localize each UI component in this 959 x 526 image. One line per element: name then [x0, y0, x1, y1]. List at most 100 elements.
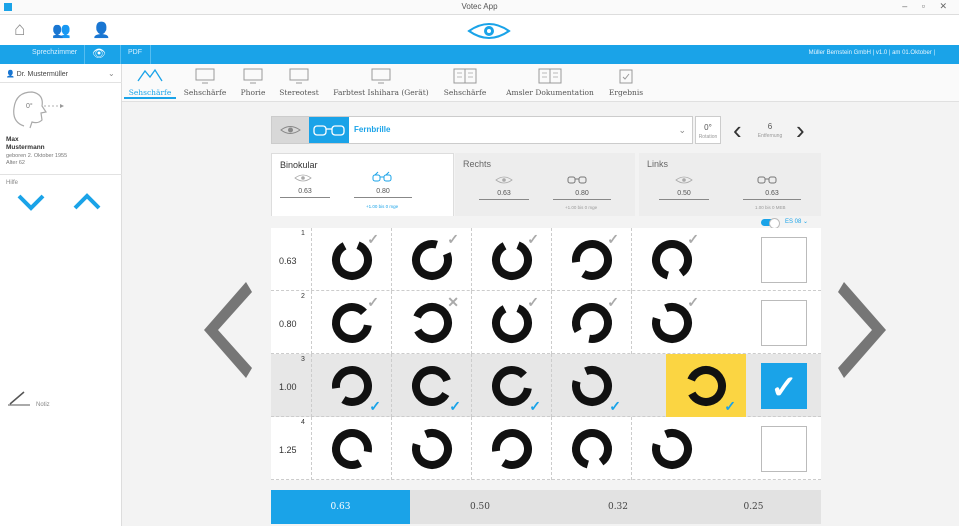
pen-icon[interactable]: [8, 390, 30, 406]
distance-field[interactable]: 6 Entfernung: [750, 116, 790, 144]
chevron-up-button[interactable]: [72, 190, 102, 212]
landolt-cell[interactable]: [311, 417, 391, 480]
landolt-cell[interactable]: ✓: [311, 228, 391, 291]
landolt-cell[interactable]: ✓: [311, 354, 391, 417]
window-title: Votec App: [461, 2, 498, 11]
patient-meta: geboren 2. Oktober 1955 Alter 62: [6, 153, 68, 166]
distance-prev-button[interactable]: ‹: [733, 117, 742, 143]
acuity-tab-1[interactable]: 0.63: [271, 490, 410, 524]
check-icon: ✓: [447, 231, 459, 247]
row-checkbox[interactable]: [761, 237, 807, 283]
tab-pdf[interactable]: PDF: [128, 49, 142, 56]
grid-row: 2 0.80 ✓ ✕ ✓ ✓ ✓: [271, 291, 821, 354]
chevron-down-icon[interactable]: ⌄: [108, 69, 115, 78]
chart-icon: [538, 68, 562, 84]
eye-logo-icon: [467, 23, 511, 39]
check-icon: ✓: [367, 231, 379, 247]
eye-icon: [495, 176, 513, 184]
window-controls[interactable]: – ▫ ✕: [902, 1, 953, 12]
monitor-icon: [289, 68, 309, 84]
doctor-name[interactable]: 👤 Dr. Mustermüller: [6, 70, 68, 78]
tab-phorie[interactable]: Phorie: [234, 64, 272, 102]
add-patient-icon[interactable]: 👤: [92, 21, 111, 41]
tab-sprechzimmer[interactable]: Sprechzimmer: [32, 49, 77, 56]
acuity-tab-3[interactable]: 0.32: [550, 490, 686, 524]
panel-links[interactable]: Links 0.50 0.63 1.00 bis 0 MEB: [639, 153, 821, 216]
grid-row-active: 3 1.00 ✓ ✓ ✓ ✓ ✓ ✓: [271, 354, 821, 417]
check-icon: ✓: [527, 294, 539, 310]
landolt-cell[interactable]: ✓: [551, 291, 631, 354]
rotation-field[interactable]: 0° Rotation: [695, 116, 721, 144]
title-bar: Votec App – ▫ ✕: [0, 0, 959, 15]
tab-sehschaerfe-2[interactable]: Sehschärfe: [180, 64, 230, 102]
landolt-cell[interactable]: ✓: [471, 228, 551, 291]
glasses-toggle[interactable]: [309, 117, 349, 143]
eye-icon: [675, 176, 693, 184]
landolt-cell[interactable]: [551, 417, 631, 480]
landolt-ring-icon: [492, 429, 532, 470]
row-checkbox-checked[interactable]: ✓: [761, 363, 807, 409]
patient-name: Max Mustermann: [6, 136, 45, 151]
landolt-cell-current[interactable]: ✓: [666, 354, 746, 417]
eye-tab-icon[interactable]: 👁: [92, 47, 106, 60]
landolt-cell[interactable]: ✓: [551, 228, 631, 291]
eye-icon: [294, 174, 312, 182]
es-toggle-label[interactable]: ES 08 ⌄: [785, 218, 808, 225]
links-value-2: 0.63: [743, 190, 801, 200]
landolt-cell[interactable]: ✓: [631, 228, 711, 291]
landolt-cell[interactable]: ✕: [391, 291, 471, 354]
monitor-icon: [371, 68, 391, 84]
landolt-cell[interactable]: ✓: [471, 354, 551, 417]
landolt-cell[interactable]: ✓: [391, 228, 471, 291]
home-icon[interactable]: ⌂: [14, 20, 25, 40]
chevron-down-icon[interactable]: ⌄: [678, 125, 686, 136]
patients-icon[interactable]: 👥: [52, 21, 71, 41]
mountains-icon: [137, 68, 163, 82]
landolt-cell[interactable]: ✓: [471, 291, 551, 354]
lens-selector[interactable]: Fernbrille ⌄: [271, 116, 693, 144]
landolt-ring-icon: [572, 429, 612, 469]
rechts-value-1: 0.63: [479, 190, 529, 200]
clipboard-icon: [619, 69, 633, 84]
patient-sidebar: 👤 Dr. Mustermüller ⌄ 0° Max Mustermann g…: [0, 64, 122, 526]
previous-arrow-button[interactable]: [204, 282, 252, 378]
acuity-tab-4[interactable]: 0.25: [686, 490, 821, 524]
chevron-down-button[interactable]: [16, 190, 46, 212]
landolt-cell[interactable]: ✓: [311, 291, 391, 354]
binokular-value-2: 0.80: [354, 188, 412, 198]
landolt-cell[interactable]: ✓: [631, 291, 711, 354]
eye-icon: [280, 126, 301, 134]
tab-farbtest[interactable]: Farbtest Ishihara (Gerät): [326, 64, 436, 102]
es-toggle[interactable]: [761, 218, 780, 229]
acuity-tabs: 0.63 0.50 0.32 0.25: [271, 490, 821, 524]
check-icon: ✓: [527, 231, 539, 247]
links-value-1: 0.50: [659, 190, 709, 200]
glasses-icon: [372, 171, 392, 182]
next-arrow-button[interactable]: [838, 282, 886, 378]
tab-amsler[interactable]: Amsler Dokumentation: [498, 64, 602, 102]
svg-text:0°: 0°: [26, 102, 33, 110]
tab-stereotest[interactable]: Stereotest: [274, 64, 324, 102]
row-checkbox[interactable]: [761, 426, 807, 472]
acuity-tab-2[interactable]: 0.50: [410, 490, 550, 524]
landolt-ring-icon: [332, 429, 372, 469]
landolt-cell[interactable]: ✓: [551, 354, 631, 417]
check-icon: ✓: [607, 294, 619, 310]
links-sub: 1.00 bis 0 MEB: [755, 205, 786, 210]
check-icon: ✓: [367, 294, 379, 310]
landolt-cell[interactable]: ✓: [391, 354, 471, 417]
panel-binokular[interactable]: Binokular 0.63 0.80 +1.00 bis 0 mge: [271, 153, 454, 216]
landolt-cell[interactable]: [391, 417, 471, 480]
tab-sehschaerfe-1[interactable]: Sehschärfe: [124, 64, 176, 102]
rechts-value-2: 0.80: [553, 190, 611, 200]
landolt-cell[interactable]: [471, 417, 551, 480]
panel-rechts[interactable]: Rechts 0.63 0.80 +1.00 bis 0 mge: [455, 153, 635, 216]
row-checkbox[interactable]: [761, 300, 807, 346]
landolt-cell[interactable]: [631, 417, 711, 480]
cross-icon: ✕: [447, 294, 459, 310]
eye-toggle[interactable]: [272, 117, 309, 143]
session-info[interactable]: Müller Bernstein GmbH | v1.0 | am 01.Okt…: [809, 50, 935, 56]
distance-next-button[interactable]: ›: [796, 117, 805, 143]
tab-sehschaerfe-3[interactable]: Sehschärfe: [440, 64, 490, 102]
tab-ergebnis[interactable]: Ergebnis: [606, 64, 646, 102]
